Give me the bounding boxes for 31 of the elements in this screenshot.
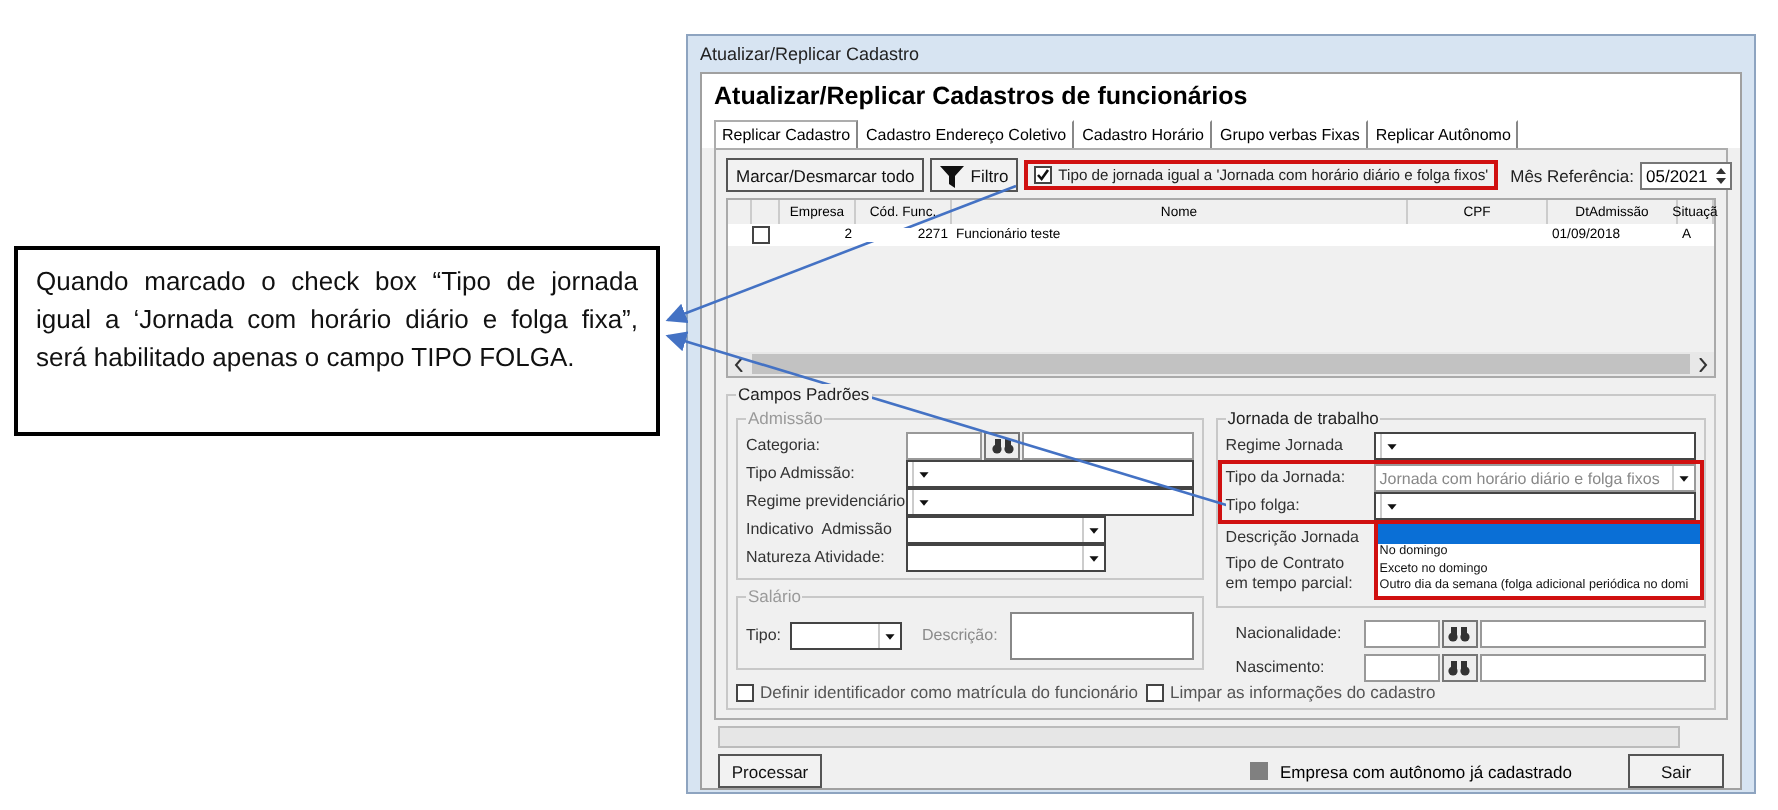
filter-button[interactable]: Filtro [930, 158, 1019, 192]
field-label: Descrição: [922, 626, 998, 646]
field-label: Tipo da Jornada: [1225, 468, 1346, 488]
select-all-button[interactable]: Marcar/Desmarcar todo [726, 158, 925, 192]
field-label: Descrição Jornada [1225, 528, 1359, 548]
callout-text: Quando marcado o check box “Tipo de jornada igual a ‘Jornada com horário diário e folga fixa”, será habilitado apenas o campo TIPO FOLGA. [14, 246, 660, 436]
field-label: Mês Referência: [1510, 165, 1635, 185]
group-title: Salário [746, 586, 803, 606]
exit-button[interactable]: Sair [1628, 754, 1724, 788]
field-label: Natureza Atividade: [746, 548, 885, 568]
field-label: Regime previdenciário [746, 492, 906, 512]
window-title: Atualizar/Replicar Cadastro [700, 44, 920, 64]
field-label: Tipo de Contrato em tempo parcial: [1225, 553, 1353, 593]
group-title: Campos Padrões [736, 384, 872, 404]
field-label: Indicativo Admissão [746, 520, 892, 540]
field-label: Tipo Admissão: [746, 464, 855, 484]
legend-label: Empresa com autônomo já cadastrado [1280, 761, 1572, 781]
group-title: Admissão [746, 408, 825, 428]
checkbox-label: Definir identificador como matrícula do funcionário [760, 682, 1138, 702]
field-label: Nascimento: [1235, 658, 1325, 678]
tab[interactable]: Replicar Cadastro [714, 120, 859, 150]
group-title: Jornada de trabalho [1225, 408, 1381, 428]
month-spin-field[interactable]: 05/2021 [1640, 161, 1733, 189]
field-label: Tipo: [746, 626, 781, 646]
field-label: Categoria: [746, 436, 820, 456]
field-label: Regime Jornada [1225, 436, 1343, 456]
field-label: Tipo folga: [1225, 496, 1300, 516]
process-button[interactable]: Processar [718, 754, 822, 788]
field-label: Nacionalidade: [1235, 624, 1342, 644]
page-heading: Atualizar/Replicar Cadastros de funcionários [714, 82, 1248, 110]
checkbox-label: Limpar as informações do cadastro [1169, 682, 1436, 702]
